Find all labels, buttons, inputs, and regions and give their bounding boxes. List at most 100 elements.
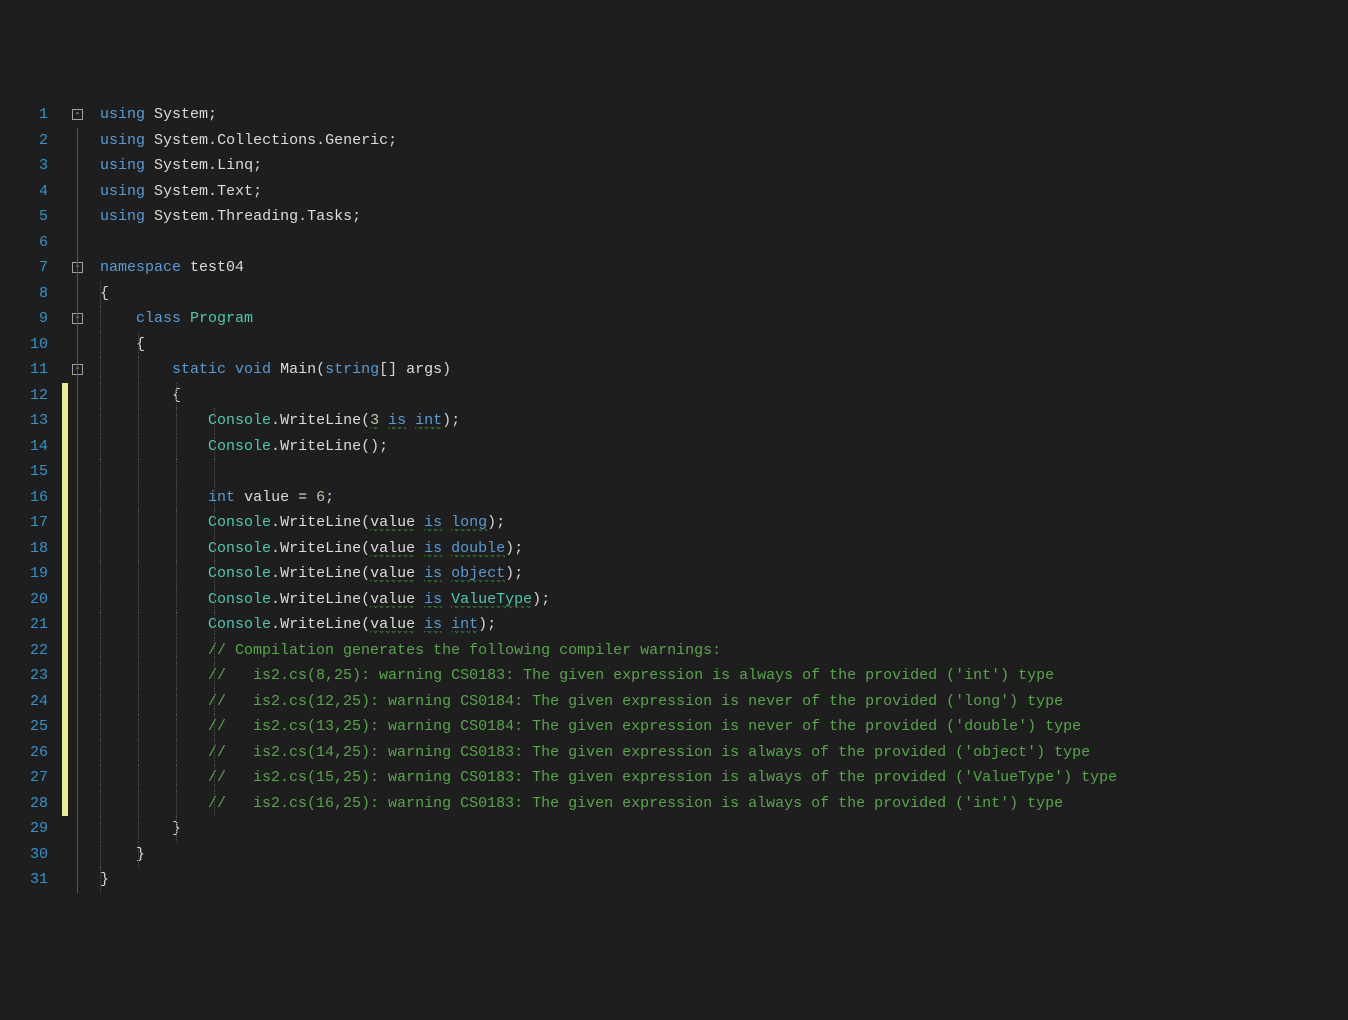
indent-guide [176, 791, 177, 817]
code-line[interactable]: } [100, 867, 1348, 893]
code-line[interactable]: using System.Threading.Tasks; [100, 204, 1348, 230]
indent-guide [100, 459, 101, 485]
code-line[interactable]: // is2.cs(15,25): warning CS0183: The gi… [100, 765, 1348, 791]
code-token: namespace [100, 259, 181, 276]
code-line[interactable]: class Program [100, 306, 1348, 332]
code-token: ; [208, 106, 217, 123]
line-number: 20 [0, 587, 48, 613]
code-token: Console [208, 514, 271, 531]
indent-guide [138, 791, 139, 817]
fold-toggle-icon[interactable]: - [72, 109, 83, 120]
code-line[interactable]: { [100, 281, 1348, 307]
code-line[interactable]: // Compilation generates the following c… [100, 638, 1348, 664]
indent-guide [176, 383, 177, 409]
code-token: value [370, 616, 415, 634]
indent-guide [138, 689, 139, 715]
indent-guide [214, 612, 215, 638]
code-line[interactable]: } [100, 816, 1348, 842]
outline-guide [77, 357, 78, 383]
code-token: Main [280, 361, 316, 378]
code-token: ) [442, 412, 451, 429]
outline-guide [77, 459, 78, 485]
code-token: Collections [217, 132, 316, 149]
code-token: value [244, 489, 289, 506]
code-line[interactable]: // is2.cs(13,25): warning CS0184: The gi… [100, 714, 1348, 740]
code-line[interactable]: using System; [100, 102, 1348, 128]
code-editor[interactable]: 1234567891011121314151617181920212223242… [0, 102, 1348, 893]
code-line[interactable]: using System.Text; [100, 179, 1348, 205]
modification-indicator [62, 638, 68, 664]
line-number: 30 [0, 842, 48, 868]
code-line[interactable]: // is2.cs(12,25): warning CS0184: The gi… [100, 689, 1348, 715]
code-line[interactable]: Console.WriteLine(value is ValueType); [100, 587, 1348, 613]
code-line[interactable]: int value = 6; [100, 485, 1348, 511]
code-token: WriteLine [280, 591, 361, 608]
line-number: 23 [0, 663, 48, 689]
code-line[interactable]: // is2.cs(8,25): warning CS0183: The giv… [100, 663, 1348, 689]
code-line[interactable]: { [100, 332, 1348, 358]
code-line[interactable]: Console.WriteLine(); [100, 434, 1348, 460]
indent-guide [138, 434, 139, 460]
indent-guide [138, 408, 139, 434]
line-number: 4 [0, 179, 48, 205]
code-token: // is2.cs(12,25): warning CS0184: The gi… [208, 693, 1063, 710]
code-line[interactable]: Console.WriteLine(value is double); [100, 536, 1348, 562]
code-line[interactable]: // is2.cs(14,25): warning CS0183: The gi… [100, 740, 1348, 766]
modification-indicator [62, 459, 68, 485]
outline-guide [77, 230, 78, 256]
modification-indicator [62, 714, 68, 740]
code-token: WriteLine [280, 540, 361, 557]
code-line[interactable]: } [100, 842, 1348, 868]
code-token: ; [487, 616, 496, 633]
indent-guide [176, 459, 177, 485]
modification-indicator [62, 791, 68, 817]
line-number: 31 [0, 867, 48, 893]
code-line[interactable]: Console.WriteLine(value is int); [100, 612, 1348, 638]
code-token: is [388, 412, 406, 430]
code-token: . [271, 616, 280, 633]
indent-guide [100, 816, 101, 842]
line-number: 8 [0, 281, 48, 307]
code-token: // is2.cs(8,25): warning CS0183: The giv… [208, 667, 1054, 684]
code-token: int [208, 489, 235, 506]
code-line[interactable]: Console.WriteLine(value is long); [100, 510, 1348, 536]
code-line[interactable] [100, 459, 1348, 485]
code-line[interactable]: namespace test04 [100, 255, 1348, 281]
indent-guide [100, 306, 101, 332]
code-token: int [415, 412, 442, 430]
code-token: ; [325, 489, 334, 506]
code-line[interactable] [100, 230, 1348, 256]
code-line[interactable]: using System.Linq; [100, 153, 1348, 179]
line-number: 15 [0, 459, 48, 485]
code-line[interactable]: static void Main(string[] args) [100, 357, 1348, 383]
code-token: using [100, 132, 145, 149]
code-token: ; [451, 412, 460, 429]
outline-guide [77, 612, 78, 638]
code-token: ; [514, 540, 523, 557]
indent-guide [214, 638, 215, 664]
code-line[interactable]: using System.Collections.Generic; [100, 128, 1348, 154]
code-area[interactable]: using System;using System.Collections.Ge… [100, 102, 1348, 893]
code-token: System [154, 106, 208, 123]
code-token: value [370, 591, 415, 609]
code-token: ( [361, 591, 370, 608]
indent-guide [214, 485, 215, 511]
code-line[interactable]: // is2.cs(16,25): warning CS0183: The gi… [100, 791, 1348, 817]
modification-indicator [62, 612, 68, 638]
indent-guide [214, 689, 215, 715]
code-line[interactable]: Console.WriteLine(3 is int); [100, 408, 1348, 434]
indent-guide [100, 612, 101, 638]
modification-indicator [62, 561, 68, 587]
code-line[interactable]: { [100, 383, 1348, 409]
outline-guide [77, 765, 78, 791]
code-token: is [424, 540, 442, 558]
indent-guide [100, 765, 101, 791]
modification-indicator [62, 587, 68, 613]
outline-guide [77, 638, 78, 664]
indent-guide [138, 612, 139, 638]
code-token: value [370, 540, 415, 558]
line-number: 24 [0, 689, 48, 715]
code-line[interactable]: Console.WriteLine(value is object); [100, 561, 1348, 587]
code-token: System [154, 157, 208, 174]
outline-guide [77, 816, 78, 842]
